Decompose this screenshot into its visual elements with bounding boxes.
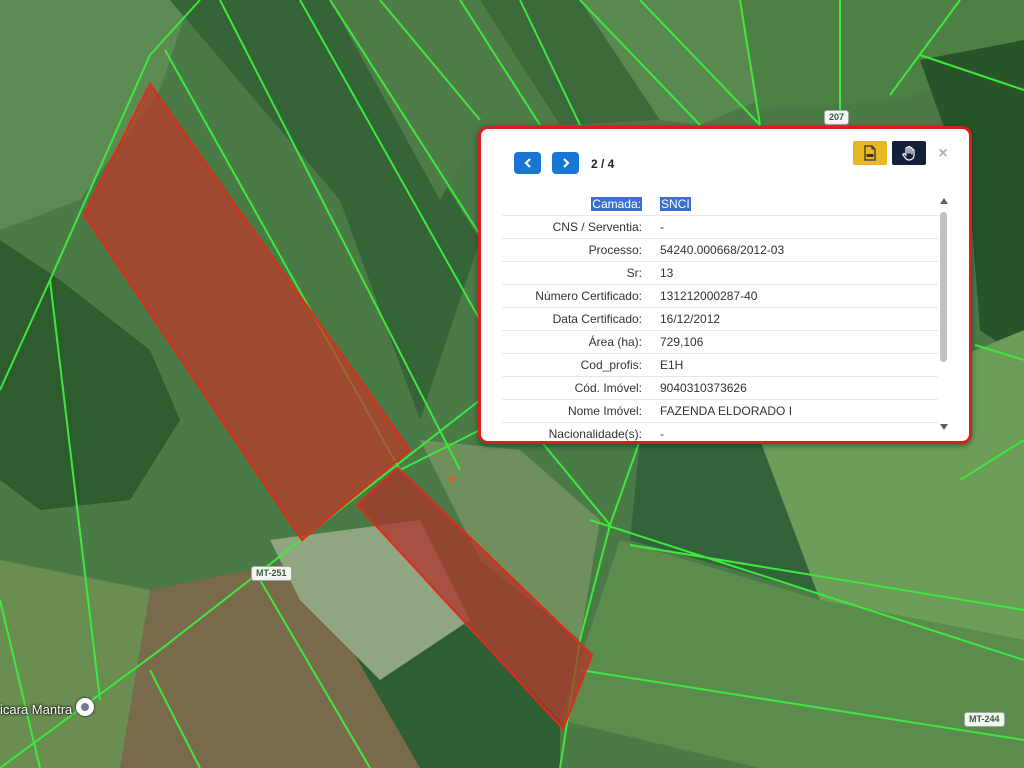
attribute-label: Cód. Imóvel: [502,376,654,400]
attribute-row: Data Certificado: 16/12/2012 [502,307,938,331]
attribute-value: - [660,427,664,441]
close-popup-button[interactable]: × [935,145,951,163]
map-marker-dot [449,476,455,482]
next-feature-button[interactable] [552,152,579,174]
road-label-mt244: MT-244 [964,712,1005,727]
attribute-label: CNS / Serventia: [502,215,654,239]
feature-info-popup: 2 / 4 × Camada: SNCI CNS / Serventia: - … [478,126,972,444]
attribute-label: Nacionalidade(s): [548,427,642,441]
prev-feature-button[interactable] [514,152,541,174]
road-label-207: 207 [824,110,850,125]
attribute-value: SNCI [660,197,691,211]
feature-pager: 2 / 4 [591,157,615,171]
attribute-row: Processo: 54240.000668/2012-03 [502,238,938,262]
attribute-row: CNS / Serventia: - [502,215,938,239]
attribute-row: Nacionalidade(s): - [502,423,938,446]
road-label-mt251: MT-251 [251,566,292,581]
attribute-row: Número Certificado: 131212000287-40 [502,284,938,308]
attribute-label: Nome Imóvel: [502,399,654,423]
attribute-value: 16/12/2012 [654,307,938,331]
chevron-left-icon [523,158,531,168]
pdf-export-button[interactable] [853,141,887,165]
attribute-label: Sr: [502,261,654,285]
attribute-value: 131212000287-40 [654,284,938,308]
scroll-up-arrow-icon[interactable] [940,198,948,204]
place-pin-icon[interactable] [76,698,94,716]
attribute-row: Sr: 13 [502,261,938,285]
scroll-thumb[interactable] [940,212,947,362]
attribute-row: Cód. Imóvel: 9040310373626 [502,376,938,400]
attribute-value: FAZENDA ELDORADO I [654,399,938,423]
pdf-file-icon [864,145,876,161]
attribute-label: Camada: [591,197,642,211]
place-label: icara Mantra [0,702,73,717]
chevron-right-icon [562,158,570,168]
attribute-value: 13 [654,261,938,285]
attribute-label: Cod_profis: [502,353,654,377]
attribute-row: Camada: SNCI [502,193,938,216]
attribute-row: Nome Imóvel: FAZENDA ELDORADO I [502,399,938,423]
popup-scrollbar[interactable] [939,198,949,430]
attribute-value: E1H [654,353,938,377]
scroll-down-arrow-icon[interactable] [940,424,948,430]
attribute-label: Número Certificado: [502,284,654,308]
attribute-value: 729,106 [654,330,938,354]
attribute-value: 54240.000668/2012-03 [654,238,938,262]
attribute-row: Área (ha): 729,106 [502,330,938,354]
attribute-value: - [654,215,938,239]
attribute-table: Camada: SNCI CNS / Serventia: - Processo… [502,193,938,445]
attribute-label: Área (ha): [502,330,654,354]
attribute-row: Cod_profis: E1H [502,353,938,377]
attribute-label: Data Certificado: [502,307,654,331]
attribute-value: 9040310373626 [654,376,938,400]
pan-tool-button[interactable] [892,141,926,165]
hand-pan-icon [902,145,915,161]
attribute-label: Processo: [502,238,654,262]
